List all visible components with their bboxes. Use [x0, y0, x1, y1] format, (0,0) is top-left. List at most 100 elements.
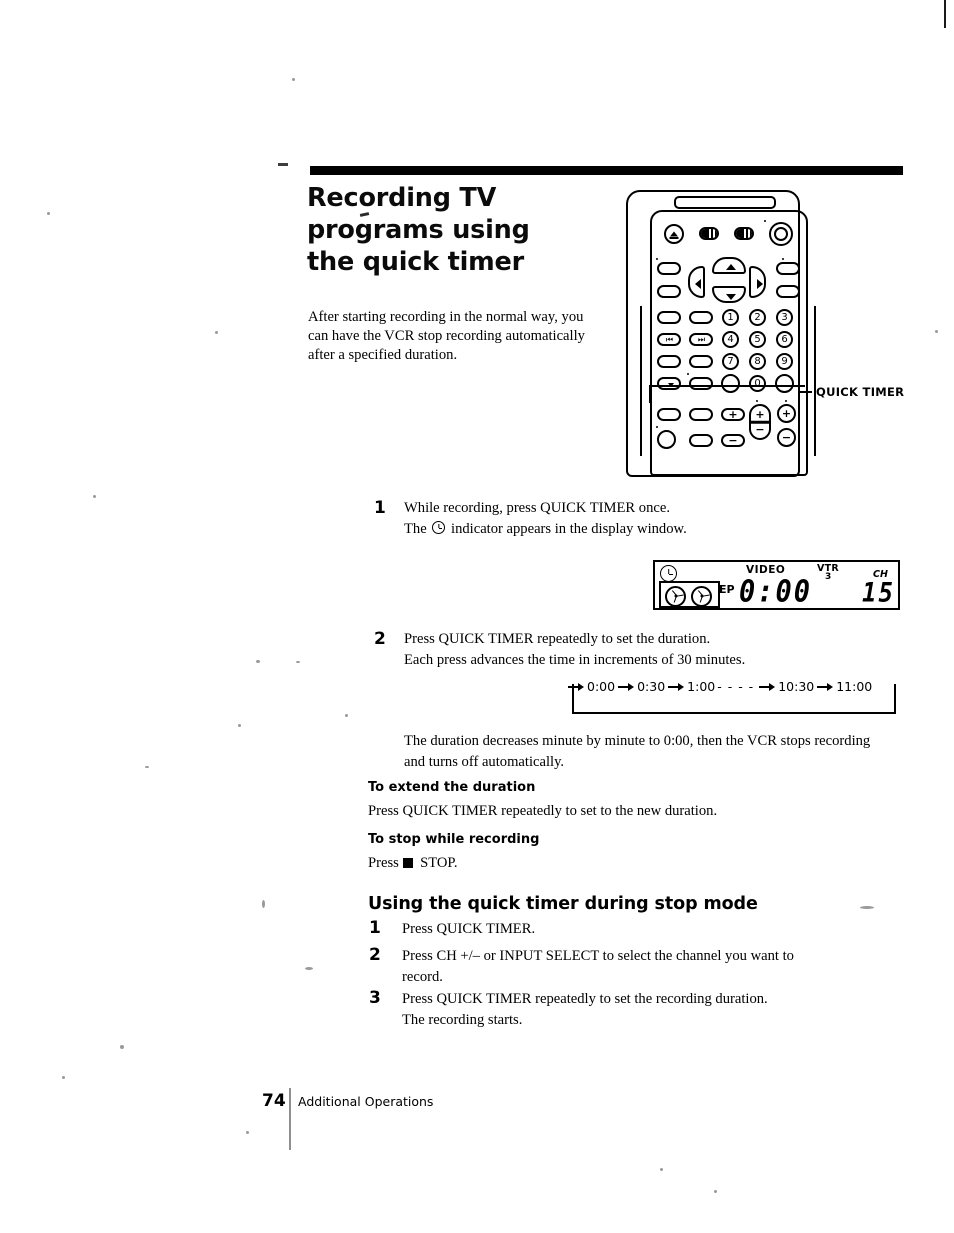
- scan-tick-artifact: [278, 163, 288, 166]
- header-rule: [310, 166, 903, 175]
- number-button-5[interactable]: 5: [749, 331, 766, 348]
- number-button-7[interactable]: 7: [722, 353, 739, 370]
- stop-body-before: Press: [368, 855, 399, 871]
- number-button-4[interactable]: 4: [722, 331, 739, 348]
- side-button-left-2[interactable]: [657, 285, 681, 298]
- page-title-line1: Recording TV: [307, 183, 497, 213]
- eject-icon: [670, 231, 678, 237]
- stop-while-recording-body: Press STOP.: [368, 853, 838, 874]
- dpad-up-button[interactable]: [712, 257, 746, 274]
- clock-icon: [660, 565, 677, 582]
- function-button-r3c2[interactable]: [689, 355, 713, 368]
- section-heading-stop-mode: Using the quick timer during stop mode: [368, 894, 758, 914]
- step-1-number: 1: [374, 498, 386, 518]
- channel-down-button[interactable]: −: [777, 428, 796, 447]
- speck: [785, 400, 787, 402]
- skip-forward-button[interactable]: ⏭: [689, 333, 713, 346]
- volume-down-button[interactable]: −: [721, 434, 745, 447]
- switch-left[interactable]: [699, 227, 719, 240]
- display-window-illustration: EP VIDEO VTR 3 CH 0:00 15: [653, 560, 900, 610]
- number-button-2[interactable]: 2: [749, 309, 766, 326]
- channel-up-button[interactable]: +: [777, 404, 796, 423]
- stop-mode-step-2-line1: Press CH +/– or INPUT SELECT to select t…: [402, 948, 794, 964]
- duration-sequence-diagram: 0:00 0:30 1:00 - - - - 10:30 11:00: [565, 676, 905, 716]
- subheading-stop-while-recording: To stop while recording: [368, 832, 540, 847]
- stop-body-after: STOP.: [420, 855, 458, 871]
- minus-icon: −: [728, 434, 738, 447]
- function-button-r4c5[interactable]: [775, 374, 794, 393]
- channel-value: 15: [862, 576, 895, 609]
- scan-speck: [292, 78, 295, 81]
- side-button-left-1[interactable]: [657, 262, 681, 275]
- quick-timer-button[interactable]: [657, 377, 681, 390]
- function-button-r4c3[interactable]: [721, 374, 740, 393]
- number-button-6[interactable]: 6: [776, 331, 793, 348]
- sequence-item-0: 0:00: [587, 678, 616, 694]
- speck: [656, 258, 658, 260]
- number-button-1[interactable]: 1: [722, 309, 739, 326]
- channel-rocker[interactable]: + −: [749, 404, 771, 440]
- number-button-9[interactable]: 9: [776, 353, 793, 370]
- stop-mode-step-3-line2: The recording starts.: [402, 1012, 523, 1028]
- function-button-r3c1[interactable]: [657, 355, 681, 368]
- dpad-right-button[interactable]: [749, 266, 766, 298]
- stop-mode-step-1-line1: Press QUICK TIMER.: [402, 921, 536, 937]
- function-button-r4c2[interactable]: [689, 377, 713, 390]
- page-title-line3: the quick timer: [307, 247, 524, 277]
- record-button[interactable]: [657, 430, 676, 449]
- remote-faceplate: 1 2 3 ⏮ ⏭ 4 5 6 7 8 9 0 + − + − + −: [650, 210, 808, 476]
- stop-mode-step-1-number: 1: [369, 918, 381, 938]
- extend-duration-body: Press QUICK TIMER repeatedly to set to t…: [368, 803, 718, 819]
- footer-section-label: Additional Operations: [298, 1094, 434, 1109]
- scan-speck: [47, 212, 50, 215]
- step-1-line2: The indicator appears in the display win…: [404, 519, 854, 540]
- power-button[interactable]: [769, 222, 793, 246]
- scan-speck: [93, 495, 96, 498]
- chevron-left-icon: [695, 279, 701, 289]
- skip-back-button[interactable]: ⏮: [657, 333, 681, 346]
- volume-up-button[interactable]: +: [721, 408, 745, 421]
- switch-right[interactable]: [734, 227, 754, 240]
- side-button-right-1[interactable]: [776, 262, 800, 275]
- sequence-loop-bottom: [572, 712, 896, 714]
- number-button-8[interactable]: 8: [749, 353, 766, 370]
- stop-mode-step-3-number: 3: [369, 988, 381, 1008]
- dpad-down-button[interactable]: [712, 286, 746, 303]
- function-button-r1c2[interactable]: [689, 311, 713, 324]
- tape-reels-icon: [659, 581, 720, 608]
- step-2-number: 2: [374, 629, 386, 649]
- switch-right-fill: [736, 229, 744, 238]
- stop-mode-step-2-body: Press CH +/– or INPUT SELECT to select t…: [402, 946, 882, 988]
- skip-back-icon: ⏮: [665, 334, 673, 344]
- callout-leader-dash: [800, 391, 812, 393]
- sequence-item-1: 0:30: [637, 678, 666, 694]
- scan-speck: [660, 1168, 663, 1171]
- remote-side-rail-right: [814, 306, 816, 456]
- scan-edge-artifact: [944, 0, 946, 28]
- sequence-item-3: 10:30: [778, 678, 815, 694]
- speck: [756, 400, 758, 402]
- tape-reel-right: [691, 585, 712, 607]
- plus-icon: +: [728, 408, 738, 421]
- function-button-r6c2[interactable]: [689, 434, 713, 447]
- manual-page: Recording TV programs using the quick ti…: [0, 0, 954, 1233]
- dpad-left-button[interactable]: [688, 266, 705, 298]
- scan-speck: [145, 766, 149, 768]
- number-button-0[interactable]: 0: [749, 375, 766, 392]
- function-button-r5c2[interactable]: [689, 408, 713, 421]
- arrow-icon: [618, 682, 635, 692]
- rocker-minus-icon: −: [755, 423, 765, 436]
- number-button-3[interactable]: 3: [776, 309, 793, 326]
- scan-speck: [714, 1190, 717, 1193]
- remote-body: 1 2 3 ⏮ ⏭ 4 5 6 7 8 9 0 + − + − + −: [626, 190, 816, 477]
- clock-icon: [432, 521, 446, 534]
- side-button-right-2[interactable]: [776, 285, 800, 298]
- sequence-ellipsis: - - - -: [717, 678, 755, 694]
- function-button-r5c1[interactable]: [657, 408, 681, 421]
- switch-right-bar2: [750, 229, 752, 238]
- remote-side-rail-left: [640, 306, 642, 456]
- function-button-r1c1[interactable]: [657, 311, 681, 324]
- step-1-line2-before: The: [404, 521, 427, 537]
- remote-top-slot: [674, 196, 776, 209]
- eject-button[interactable]: [664, 224, 684, 244]
